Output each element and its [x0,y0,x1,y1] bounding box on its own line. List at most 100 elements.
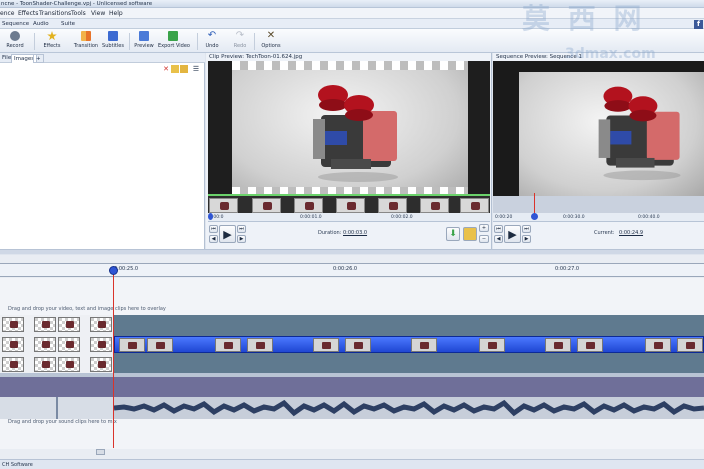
transition-button[interactable]: Transition [73,31,99,52]
clip-thumbnail [378,198,407,213]
skip-start-button[interactable]: ⏮ [494,225,503,233]
record-label: Record [6,43,24,49]
video-clip[interactable] [34,357,56,372]
watermark-url: 3dmax.com [565,46,656,62]
subtitles-icon [108,31,118,41]
audio-clip[interactable] [58,397,113,419]
sequence-ruler[interactable]: 0:00:20 0:00:30.0 0:00:40.0 [493,213,704,222]
menu-sequence[interactable]: ence [0,9,14,18]
export-icon [168,31,178,41]
menu-help[interactable]: Help [109,9,123,18]
step-back-button[interactable]: ◀ [209,235,218,243]
current-value[interactable]: 0:00:24.9 [619,230,643,237]
current-label: Current: [594,230,615,236]
clip-frame [545,338,571,352]
checker-top [232,61,468,70]
clip-position-marker[interactable] [208,213,213,220]
clip-video-frame [208,61,490,196]
overlay-clip[interactable] [58,317,80,332]
sequence-ruler-tick: 0:00:20 [495,215,513,220]
video-clip[interactable] [34,337,56,352]
media-tools: ✕ ☰ [0,64,205,74]
clip-frame [577,338,603,352]
zoom-out-icon[interactable]: − [479,235,489,243]
undo-label: Undo [205,43,219,49]
redo-icon: ↷ [235,30,245,41]
tab-suite[interactable]: Suite [61,20,75,28]
duration-value[interactable]: 0:00:03.0 [343,230,367,237]
transition-label: Transition [73,43,99,49]
timeline-playhead[interactable] [113,268,114,448]
overlay-clip[interactable] [2,317,24,332]
record-button[interactable]: Record [3,31,27,52]
effects-button[interactable]: Effects [40,31,64,52]
zoom-in-icon[interactable]: + [479,224,489,232]
clip-ruler[interactable]: 0:00:0 0:00:01.0 0:00:02.0 [208,213,490,222]
add-to-sequence-button[interactable]: ⬇ [446,227,460,241]
add-tab-button[interactable]: + [33,54,44,63]
preview-icon [139,31,149,41]
clip-frame [645,338,671,352]
step-forward-button[interactable]: ▶ [522,235,531,243]
clip-thumbnail [209,198,238,213]
export-video-button[interactable]: Export Video [158,31,190,52]
add-folder-icon[interactable] [180,65,188,73]
video-track-area[interactable] [0,315,704,375]
skip-end-button[interactable]: ⏭ [237,225,246,233]
selected-clip-strip[interactable] [114,336,704,353]
preview-button[interactable]: Preview [134,31,154,52]
video-clip[interactable] [90,337,112,352]
audio-track-empty[interactable] [0,377,704,397]
sequence-ruler-tick: 0:00:40.0 [638,215,660,220]
redo-button[interactable]: ↷ Redo [231,31,249,52]
timeline-playhead-knob[interactable] [109,266,118,275]
delete-icon[interactable]: ✕ [162,65,170,73]
timeline-scale[interactable]: 0:00:25.0 0:00:26.0 0:00:27.0 [0,263,704,277]
view-list-icon[interactable]: ☰ [192,65,200,73]
engine-render [313,85,398,182]
menu-transitions[interactable]: Transitions [39,9,71,18]
timeline-scroll-handle[interactable] [96,449,105,455]
panel-splitter[interactable] [0,249,704,254]
sequence-video-frame [493,61,704,196]
engine-render [598,86,681,181]
undo-button[interactable]: ↶ Undo [203,31,221,52]
video-clip[interactable] [2,337,24,352]
clip-thumbnail-strip[interactable] [208,194,490,215]
clip-preview-panel: Clip Preview: TechToon-01.624.jpg 0:00:0… [206,53,492,249]
overlay-clip[interactable] [34,317,56,332]
subtitles-button[interactable]: Subtitles [101,31,125,52]
tab-audio[interactable]: Audio [33,20,49,28]
options-button[interactable]: ✕ Options [260,31,282,52]
audio-clip[interactable] [0,397,56,419]
tab-sequence[interactable]: Sequence [2,20,29,28]
folder-up-icon[interactable] [171,65,179,73]
menu-tools[interactable]: Tools [71,9,86,18]
overlay-track[interactable]: Drag and drop your video, text and image… [0,278,704,315]
sequence-position-marker[interactable] [531,213,538,220]
options-label: Options [261,43,281,49]
step-forward-button[interactable]: ▶ [237,235,246,243]
video-clip[interactable] [58,357,80,372]
clip-play-button[interactable]: ▶ [219,225,236,243]
music-track[interactable]: Drag and drop your sound clips here to m… [0,419,704,449]
clip-frame [147,338,173,352]
clip-preview-title: Clip Preview: TechToon-01.624.jpg [206,53,303,61]
sequence-play-button[interactable]: ▶ [504,225,521,243]
video-clip[interactable] [58,337,80,352]
video-clip[interactable] [90,357,112,372]
insert-clip-button[interactable] [463,227,477,241]
effects-label: Effects [43,43,61,49]
clip-frame [411,338,437,352]
media-panel: Files Images + ✕ ☰ [0,53,205,249]
menu-effects[interactable]: Effects [18,9,38,18]
clip-frame [345,338,371,352]
video-clip[interactable] [2,357,24,372]
skip-end-button[interactable]: ⏭ [522,225,531,233]
facebook-icon[interactable]: f [694,20,703,29]
overlay-clip[interactable] [90,317,112,332]
step-back-button[interactable]: ◀ [494,235,503,243]
transition-icon [81,31,91,41]
skip-start-button[interactable]: ⏮ [209,225,218,233]
menu-view[interactable]: View [91,9,105,18]
